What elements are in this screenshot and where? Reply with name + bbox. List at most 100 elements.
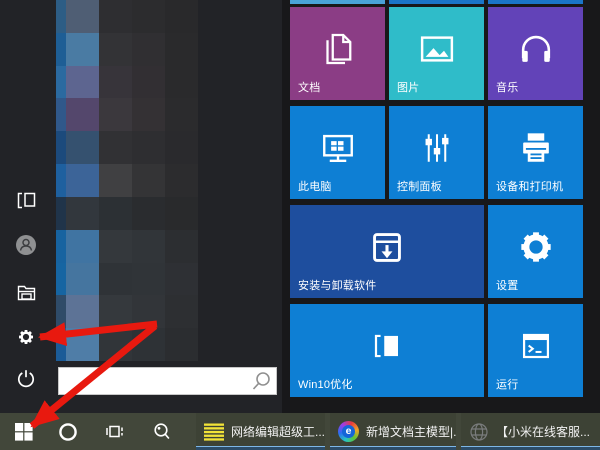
- search-input[interactable]: [59, 368, 250, 394]
- censored-pixel-block: [56, 65, 66, 99]
- tile-run[interactable]: 运行: [488, 304, 583, 397]
- censored-pixel-block: [66, 164, 99, 198]
- censored-pixel-block: [99, 0, 132, 34]
- taskbar-app-3[interactable]: 【小米在线客服...: [461, 413, 600, 450]
- censored-pixel-block: [99, 229, 132, 264]
- censored-pixel-block: [56, 164, 66, 198]
- task-view-button[interactable]: [100, 413, 128, 450]
- taskbar-app-label: 网络编辑超级工...: [231, 425, 325, 439]
- taskbar-app-1[interactable]: 网络编辑超级工...: [196, 413, 325, 450]
- partial-tile: [488, 0, 583, 4]
- cortana-button[interactable]: [54, 413, 82, 450]
- app-square-icon: [365, 324, 409, 368]
- tile-control-panel[interactable]: 控制面板: [389, 106, 484, 199]
- magnifier-icon: [250, 370, 272, 392]
- censored-pixel-block: [132, 164, 165, 198]
- censored-pixel-block: [66, 131, 99, 165]
- taskbar-app-label: 新增文档主模型|...: [366, 425, 456, 439]
- tile-label: 设备和打印机: [496, 181, 564, 193]
- taskbar: 网络编辑超级工... e 新增文档主模型|... 【小米在线客服...: [0, 413, 600, 450]
- tile-label: 此电脑: [298, 181, 332, 193]
- document-icon: [317, 28, 359, 70]
- censored-pixel-block: [132, 0, 165, 34]
- tile-label: 文档: [298, 82, 321, 94]
- cortana-circle-icon: [58, 422, 78, 442]
- censored-pixel-block: [56, 262, 66, 296]
- start-button[interactable]: [6, 413, 42, 450]
- magnifier-dot-icon: [152, 422, 172, 442]
- censored-pixel-block: [132, 262, 165, 296]
- taskbar-app-label: 【小米在线客服...: [496, 425, 591, 439]
- e-browser-icon: e: [338, 421, 359, 442]
- censored-pixel-block: [132, 196, 165, 231]
- music-icon: [514, 27, 558, 71]
- censored-pixel-block: [165, 262, 198, 296]
- censored-pixel-block: [56, 196, 66, 231]
- tile-pictures[interactable]: 图片: [389, 7, 484, 100]
- partial-tile: [389, 0, 484, 4]
- censored-pixel-block: [165, 98, 198, 132]
- censored-pixel-block: [66, 229, 99, 264]
- tile-this-pc[interactable]: 此电脑: [290, 106, 385, 199]
- tile-printer[interactable]: 设备和打印机: [488, 106, 583, 199]
- censored-pixel-block: [66, 328, 99, 362]
- censored-pixel-block: [99, 32, 132, 67]
- censored-pixel-block: [56, 328, 66, 362]
- censored-pixel-block: [132, 32, 165, 67]
- tile-document[interactable]: 文档: [290, 7, 385, 100]
- censored-pixel-block: [99, 295, 132, 329]
- sidebar-item-power[interactable]: [15, 368, 37, 390]
- printer-icon: [514, 126, 558, 170]
- sidebar-item-user[interactable]: [15, 234, 37, 256]
- censored-pixel-block: [165, 328, 198, 362]
- tile-label: 音乐: [496, 82, 519, 94]
- censored-pixel-block: [66, 65, 99, 99]
- power-icon: [16, 369, 36, 389]
- censored-pixel-block: [56, 98, 66, 132]
- yellow-menu-icon: [204, 423, 224, 441]
- task-view-icon: [105, 423, 124, 440]
- censored-pixel-block: [99, 262, 132, 296]
- tile-settings-gear[interactable]: 设置: [488, 205, 583, 298]
- tile-label: Win10优化: [298, 379, 353, 391]
- sidebar-item-settings[interactable]: [15, 326, 37, 348]
- censored-pixel-block: [66, 196, 99, 231]
- tile-music[interactable]: 音乐: [488, 7, 583, 100]
- pictures-icon: [416, 28, 458, 70]
- screen: 文档 图片 音乐此电脑 控制面板 设备和打印机安装与卸载软件 设置 Win10优化 运行 网络…: [0, 0, 600, 450]
- taskbar-app-2[interactable]: e 新增文档主模型|...: [330, 413, 456, 450]
- censored-pixel-block: [56, 295, 66, 329]
- tile-app-square[interactable]: Win10优化: [290, 304, 484, 397]
- tile-label: 设置: [496, 280, 519, 292]
- censored-pixel-block: [165, 0, 198, 34]
- censored-pixel-block: [99, 65, 132, 99]
- this-pc-icon: [316, 126, 360, 170]
- active-app-underline: [461, 445, 600, 450]
- settings-gear-icon: [514, 225, 558, 269]
- censored-pixel-block: [165, 295, 198, 329]
- tile-label: 安装与卸载软件: [298, 280, 377, 292]
- censored-pixel-block: [132, 131, 165, 165]
- censored-pixel-block: [132, 65, 165, 99]
- install-icon: [364, 224, 410, 270]
- sidebar-item-documents[interactable]: [15, 281, 37, 303]
- tile-label: 运行: [496, 379, 519, 391]
- censored-pixel-block: [132, 98, 165, 132]
- censored-pixel-block: [56, 0, 66, 34]
- sidebar-item-expand[interactable]: [15, 189, 37, 211]
- search-box[interactable]: [58, 367, 277, 395]
- censored-pixel-block: [165, 229, 198, 264]
- run-icon: [514, 324, 558, 368]
- magnifier-button[interactable]: [148, 413, 176, 450]
- censored-pixel-block: [99, 98, 132, 132]
- active-app-underline: [196, 445, 325, 450]
- censored-pixel-block: [132, 295, 165, 329]
- partial-tile: [290, 0, 385, 4]
- censored-pixel-block: [165, 131, 198, 165]
- expand-icon: [17, 192, 36, 209]
- windows-logo-icon: [15, 422, 33, 441]
- censored-pixel-block: [99, 164, 132, 198]
- settings-icon: [16, 327, 36, 347]
- censored-pixel-block: [165, 32, 198, 67]
- tile-install[interactable]: 安装与卸载软件: [290, 205, 484, 298]
